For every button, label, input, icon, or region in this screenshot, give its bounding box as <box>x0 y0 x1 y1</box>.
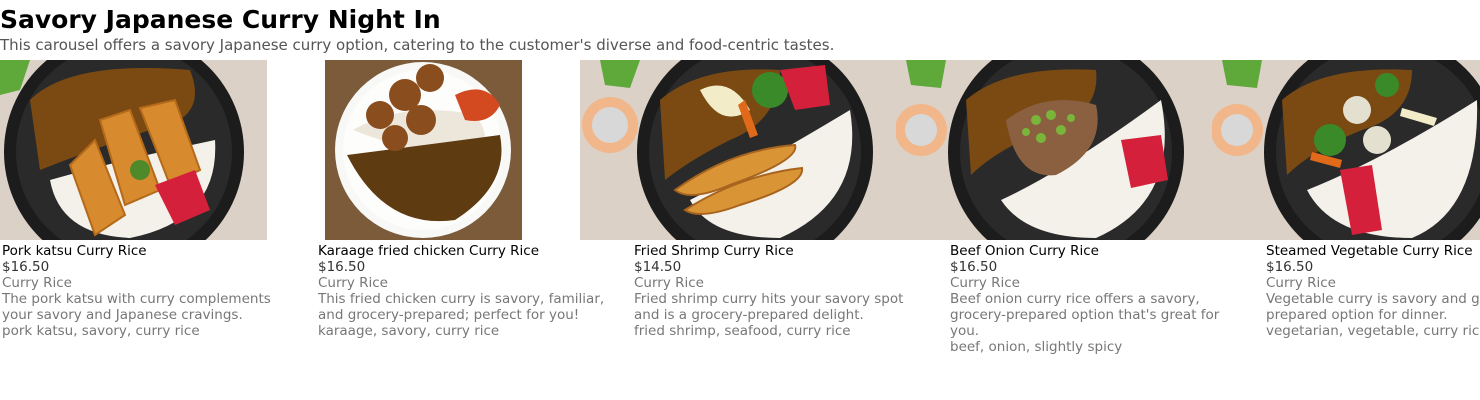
carousel-subtitle: This carousel offers a savory Japanese c… <box>0 36 835 54</box>
menu-item-details: Karaage fried chicken Curry Rice $16.50 … <box>318 243 608 339</box>
menu-item-price: $16.50 <box>950 259 998 275</box>
menu-item-price: $16.50 <box>1266 259 1314 275</box>
menu-item-category: Curry Rice <box>1266 275 1336 291</box>
menu-item-tags: vegetarian, vegetable, curry rice <box>1266 323 1480 339</box>
menu-item-tags: karaage, savory, curry rice <box>318 323 500 339</box>
menu-item-category: Curry Rice <box>950 275 1020 291</box>
menu-item-price: $14.50 <box>634 259 682 275</box>
menu-item-tags: beef, onion, slightly spicy <box>950 339 1123 355</box>
pork-katsu-curry-photo[interactable] <box>0 60 267 240</box>
menu-item-name[interactable]: Pork katsu Curry Rice <box>2 243 292 259</box>
menu-item-description: Vegetable curry is savory and grocery-pr… <box>1266 291 1480 323</box>
beef-onion-curry-photo[interactable] <box>896 60 1212 240</box>
menu-item-price: $16.50 <box>2 259 50 275</box>
menu-item-price: $16.50 <box>318 259 366 275</box>
carousel-header: Savory Japanese Curry Night In This caro… <box>0 4 1480 54</box>
menu-item-category: Curry Rice <box>318 275 388 291</box>
menu-item-name[interactable]: Karaage fried chicken Curry Rice <box>318 243 608 259</box>
menu-item-name[interactable]: Beef Onion Curry Rice <box>950 243 1240 259</box>
fried-shrimp-curry-photo[interactable] <box>580 60 896 240</box>
menu-item-description: Beef onion curry rice offers a savory, g… <box>950 291 1220 339</box>
menu-item-details: Beef Onion Curry Rice $16.50 Curry Rice … <box>950 243 1240 355</box>
menu-item-details: Steamed Vegetable Curry Rice $16.50 Curr… <box>1266 243 1480 339</box>
karaage-curry-photo[interactable] <box>325 60 522 240</box>
steamed-vegetable-curry-photo[interactable] <box>1212 60 1480 240</box>
menu-item-card[interactable]: Steamed Vegetable Curry Rice $16.50 Curr… <box>1212 60 1480 400</box>
menu-item-description: This fried chicken curry is savory, fami… <box>318 291 605 323</box>
menu-item-category: Curry Rice <box>2 275 72 291</box>
menu-item-name[interactable]: Steamed Vegetable Curry Rice <box>1266 243 1480 259</box>
menu-item-details: Pork katsu Curry Rice $16.50 Curry Rice … <box>2 243 292 339</box>
menu-item-description: Fried shrimp curry hits your savory spot… <box>634 291 904 323</box>
menu-item-details: Fried Shrimp Curry Rice $14.50 Curry Ric… <box>634 243 924 339</box>
menu-item-description: The pork katsu with curry complements yo… <box>2 291 271 323</box>
carousel-title: Savory Japanese Curry Night In <box>0 5 441 34</box>
menu-item-category: Curry Rice <box>634 275 704 291</box>
menu-item-name[interactable]: Fried Shrimp Curry Rice <box>634 243 924 259</box>
menu-item-tags: fried shrimp, seafood, curry rice <box>634 323 851 339</box>
menu-item-card[interactable]: Pork katsu Curry Rice $16.50 Curry Rice … <box>0 60 316 400</box>
menu-carousel: Pork katsu Curry Rice $16.50 Curry Rice … <box>0 60 1480 400</box>
menu-item-tags: pork katsu, savory, curry rice <box>2 323 200 339</box>
